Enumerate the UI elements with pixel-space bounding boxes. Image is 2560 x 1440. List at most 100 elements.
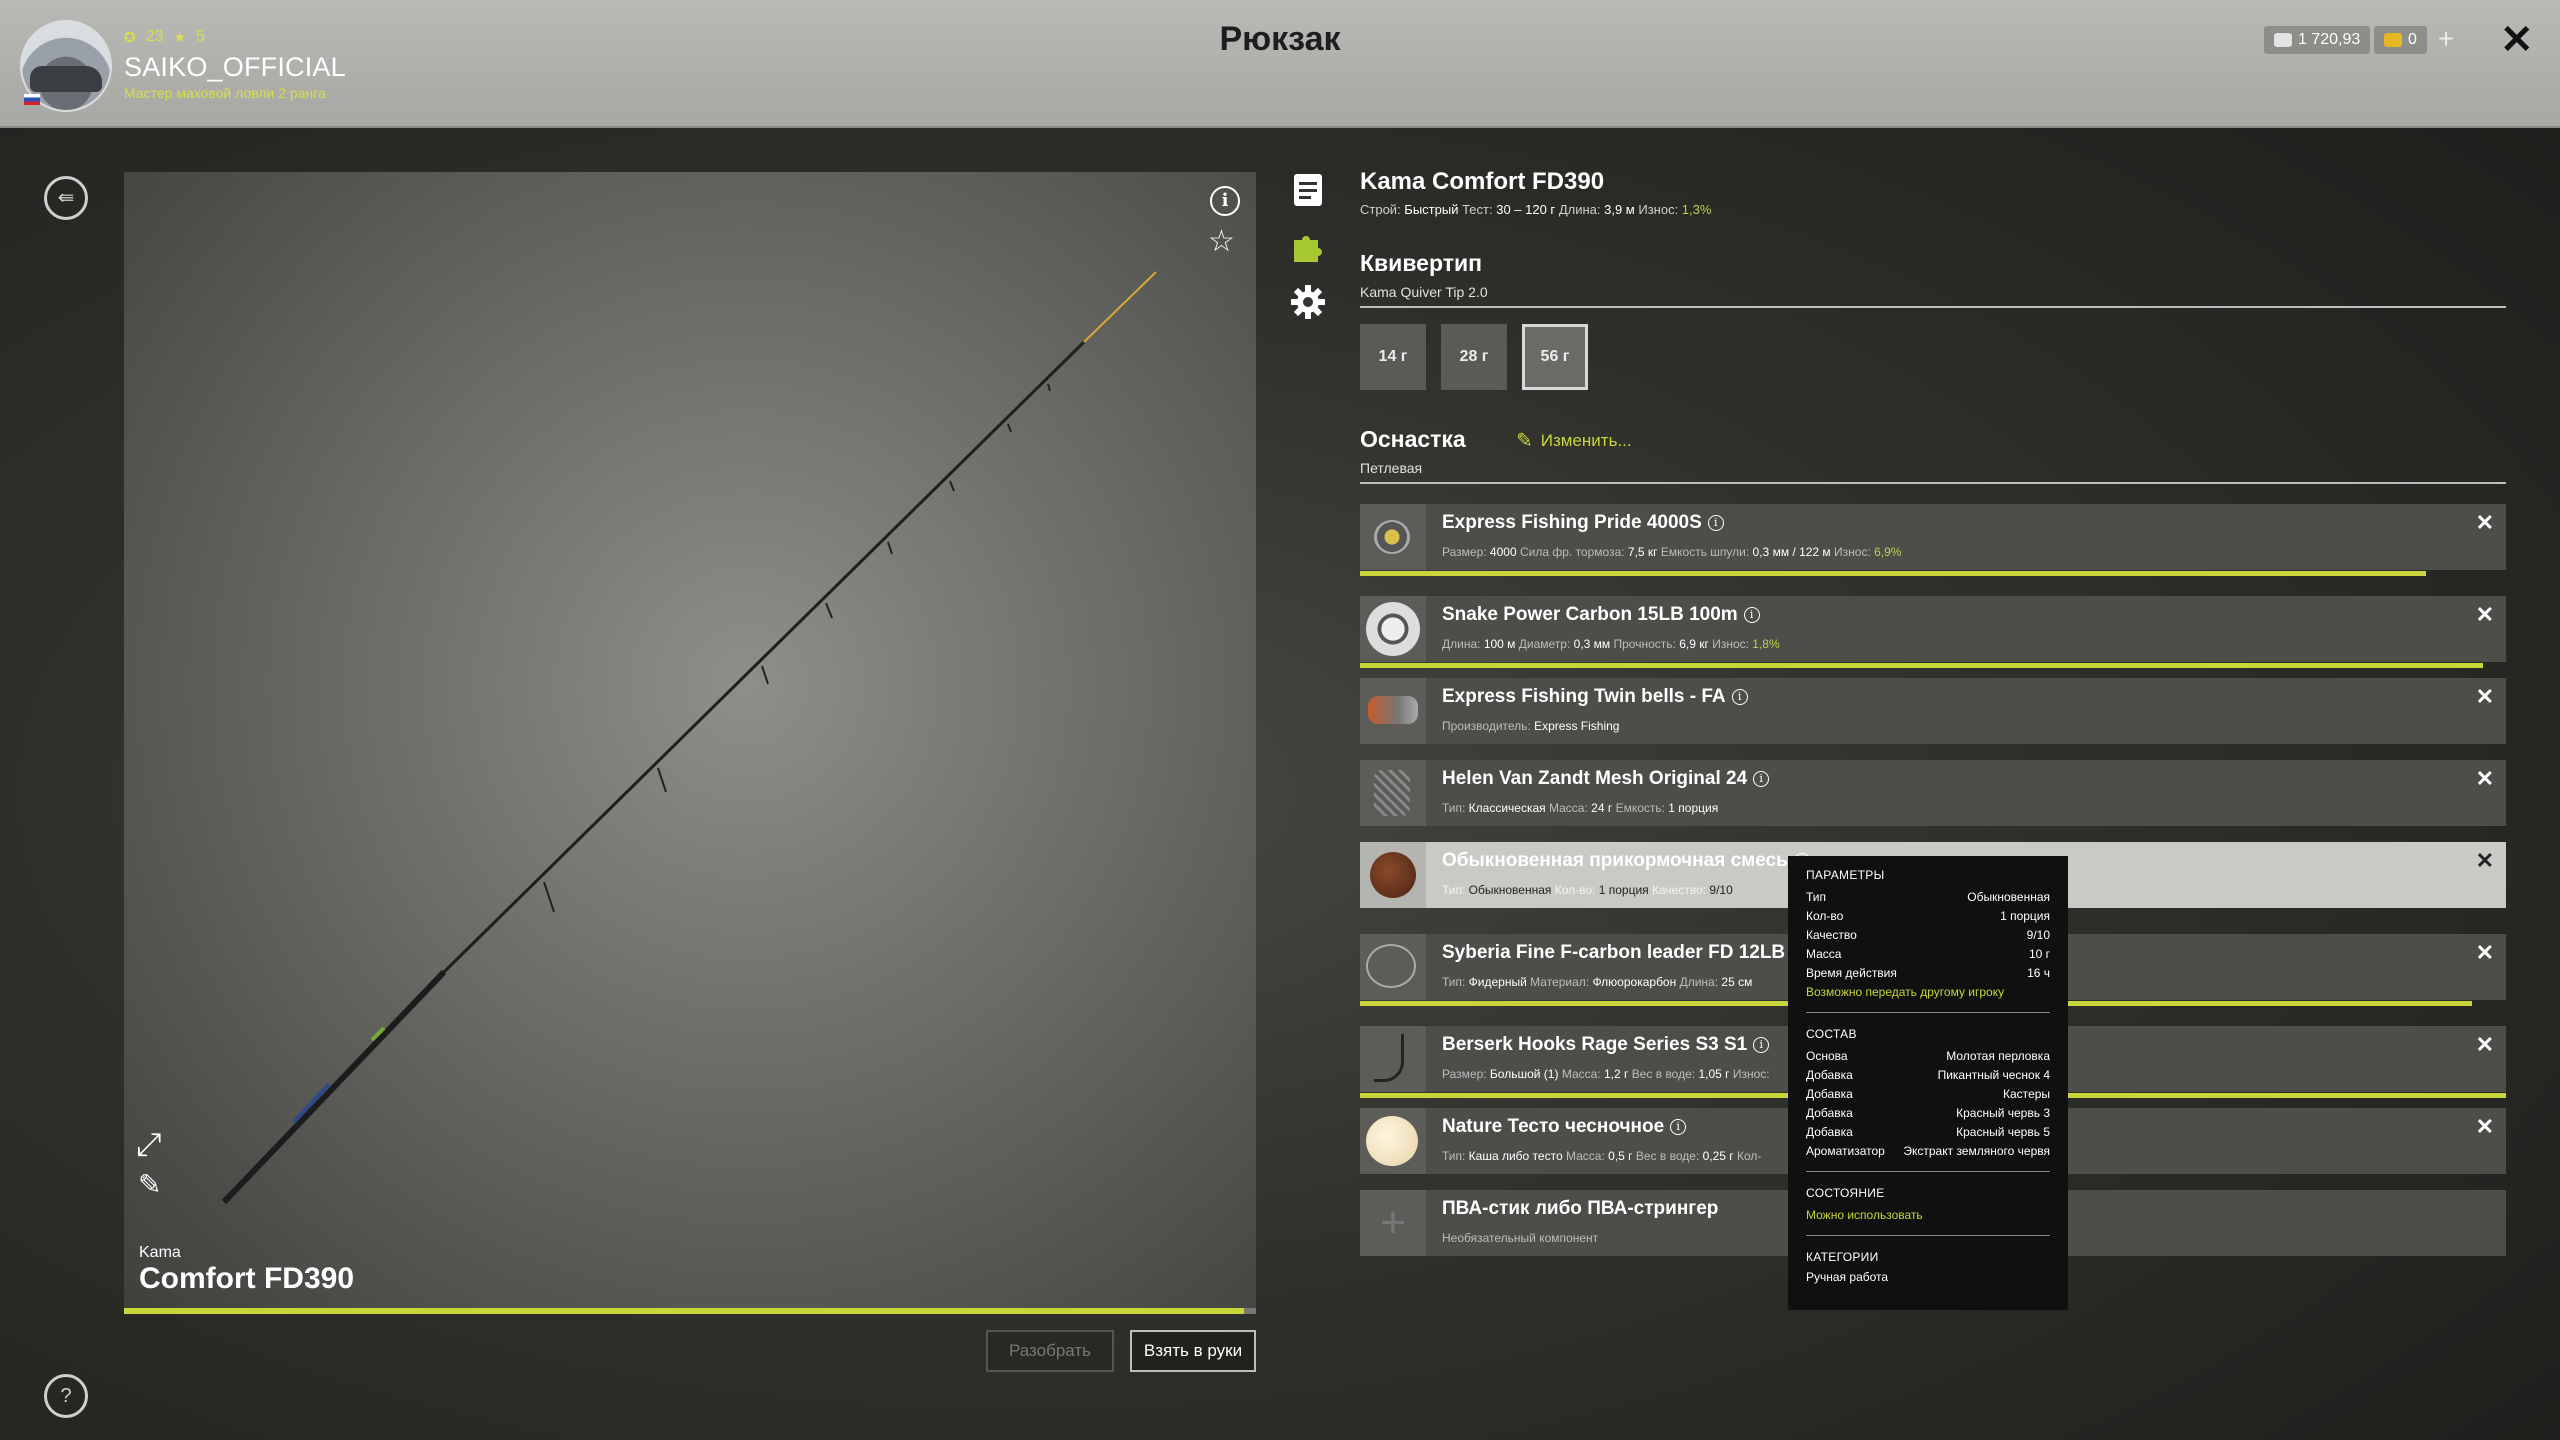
prop-value: Каша либо тесто <box>1468 1149 1563 1163</box>
info-icon[interactable]: i <box>1670 1119 1687 1135</box>
prop-key: Сила фр. тормоза: <box>1519 545 1628 559</box>
feeder-image <box>1374 770 1410 816</box>
gold-icon <box>2384 33 2402 47</box>
prop-key: Масса: <box>1565 1149 1609 1163</box>
remove-item-button[interactable]: ✕ <box>2476 1032 2494 1058</box>
take-in-hands-button[interactable]: Взять в руки <box>1130 1330 1256 1372</box>
tip-weight-14[interactable]: 14 г <box>1360 324 1426 390</box>
tooltip-key: Время действия <box>1806 966 1897 980</box>
prop-value: 3,9 м <box>1604 202 1635 217</box>
tooltip-value: 9/10 <box>2026 928 2050 942</box>
rod-brand: Kama <box>139 1244 181 1261</box>
rig-item-name: ПВА-стик либо ПВА-стрингер <box>1442 1198 1718 1220</box>
gear-icon[interactable] <box>1290 284 1326 320</box>
info-icon[interactable]: i <box>1731 689 1748 705</box>
remove-item-button[interactable]: ✕ <box>2476 848 2494 874</box>
paint-icon[interactable]: ✎ <box>138 1168 161 1201</box>
rig-item[interactable]: Snake Power Carbon 15LB 100m i Длина: 100 … <box>1360 596 2506 668</box>
info-icon[interactable]: i <box>1707 515 1724 531</box>
rod-model: Comfort FD390 <box>139 1262 355 1295</box>
prop-key: Кол- <box>1737 1149 1762 1163</box>
help-icon[interactable]: ? <box>44 1374 88 1418</box>
remove-item-button[interactable]: ✕ <box>2476 940 2494 966</box>
prop-value: 1,3% <box>1681 202 1712 217</box>
rig-item-name: Helen Van Zandt Mesh Original 24 i <box>1442 768 1770 790</box>
plus-thumbnail: + <box>1360 1190 1426 1256</box>
rod-wear-remaining <box>1244 1308 1256 1314</box>
prop-key: Тип: <box>1442 975 1469 989</box>
line-spool-image <box>1366 602 1420 656</box>
rig-item-title: Express Fishing Pride 4000S <box>1442 512 1702 533</box>
prop-value: 1 порция <box>1598 883 1649 897</box>
star-icon[interactable]: ☆ <box>1208 224 1235 259</box>
info-icon[interactable]: i <box>1753 771 1770 787</box>
prop-key: Износ: <box>1712 637 1753 651</box>
expand-icon[interactable]: ⤢ <box>136 1126 162 1164</box>
tooltip-value: 10 г <box>2028 947 2050 961</box>
info-icon[interactable]: i <box>1753 1037 1770 1053</box>
prop-value: 0,5 г <box>1608 1149 1633 1163</box>
gold-balance[interactable]: 0 <box>2374 26 2427 54</box>
rig-item-properties: Необязательный компонент <box>1442 1231 1598 1245</box>
rig-item-properties: Тип: Обыкновенная Кол-во: 1 порция Качес… <box>1442 883 1733 897</box>
rig-title: Оснастка <box>1360 426 1466 452</box>
prop-key: Масса: <box>1549 801 1592 815</box>
reel-thumbnail <box>1360 504 1426 570</box>
list-icon[interactable] <box>1290 172 1326 208</box>
remove-item-button[interactable]: ✕ <box>2476 602 2494 628</box>
silver-balance[interactable]: 1 720,93 <box>2264 26 2371 54</box>
tip-weight-56[interactable]: 56 г <box>1522 324 1588 390</box>
prop-value: 0,3 мм / 122 м <box>1752 545 1831 559</box>
puzzle-icon[interactable] <box>1290 228 1326 264</box>
rig-item-title: Nature Тесто чесночное <box>1442 1116 1665 1137</box>
prop-value: 7,5 кг <box>1627 545 1658 559</box>
prop-key: Необязательный компонент <box>1442 1231 1599 1245</box>
prop-key: Диаметр: <box>1518 637 1574 651</box>
prop-key: Размер: <box>1442 1067 1490 1081</box>
tip-weight-28[interactable]: 28 г <box>1441 324 1507 390</box>
gold-amount: 0 <box>2408 31 2417 48</box>
rig-item-title: Snake Power Carbon 15LB 100m <box>1442 604 1738 625</box>
rig-item[interactable]: Express Fishing Twin bells - FA i Производ… <box>1360 678 2506 744</box>
rig-item-name: Snake Power Carbon 15LB 100m i <box>1442 604 1760 626</box>
rig-item-name: Express Fishing Pride 4000S i <box>1442 512 1724 534</box>
line-thumbnail <box>1360 596 1426 662</box>
leader-thumbnail <box>1360 934 1426 1000</box>
back-icon[interactable]: ⇚ <box>44 176 88 220</box>
prop-key: Материал: <box>1530 975 1593 989</box>
tooltip-value: Красный червь 5 <box>1956 1125 2050 1139</box>
tooltip-key: Добавка <box>1806 1068 1853 1082</box>
info-icon[interactable]: i <box>1210 186 1240 216</box>
prop-value: 4000 <box>1489 545 1517 559</box>
remove-item-button[interactable]: ✕ <box>2476 510 2494 536</box>
rig-item-name: Syberia Fine F-carbon leader FD 12LBi <box>1442 942 1808 964</box>
rod-ring <box>1047 383 1051 392</box>
rig-item[interactable]: Express Fishing Pride 4000S i Размер: 4000… <box>1360 504 2506 576</box>
prop-value: 0,25 г <box>1702 1149 1734 1163</box>
tooltip-value: Экстракт земляного червя <box>1903 1144 2050 1158</box>
rig-item[interactable]: Helen Van Zandt Mesh Original 24 i Тип: Кл… <box>1360 760 2506 826</box>
rod-properties: Строй: Быстрый Тест: 30 – 120 г Длина: 3… <box>1360 202 1711 217</box>
info-icon[interactable]: i <box>1743 607 1760 623</box>
rig-item-properties: Производитель: Express Fishing <box>1442 719 1619 733</box>
groundbait-tooltip: ПАРАМЕТРЫ Тип Обыкновенная Кол-во 1 порция К… <box>1788 856 2068 1310</box>
tooltip-row: Ароматизатор Экстракт земляного червя <box>1806 1142 2050 1161</box>
rod-image <box>221 271 1157 1205</box>
prop-key: Длина: <box>1558 202 1605 217</box>
remove-item-button[interactable]: ✕ <box>2476 766 2494 792</box>
remove-item-button[interactable]: ✕ <box>2476 684 2494 710</box>
rig-item-properties: Размер: 4000 Сила фр. тормоза: 7,5 кг Ем… <box>1442 545 1901 559</box>
disassemble-button[interactable]: Разобрать <box>986 1330 1114 1372</box>
tooltip-row: Добавка Кастеры <box>1806 1085 2050 1104</box>
close-button[interactable]: ✕ <box>2500 18 2534 62</box>
tooltip-divider <box>1806 1235 2050 1236</box>
add-currency-button[interactable]: + <box>2432 25 2460 54</box>
rod-preview-panel[interactable]: i ☆ ⤢ ✎ Kama Comfort FD390 <box>124 172 1256 1312</box>
rig-item-properties: Длина: 100 м Диаметр: 0,3 мм Прочность: … <box>1442 637 1780 651</box>
tooltip-row: Время действия 16 ч <box>1806 964 2050 983</box>
silver-icon <box>2274 33 2292 47</box>
rod-ring <box>887 541 893 555</box>
remove-item-button[interactable]: ✕ <box>2476 1114 2494 1140</box>
tooltip-params: Тип Обыкновенная Кол-во 1 порция Качество 9/1… <box>1806 888 2050 983</box>
edit-rig-button[interactable]: ✎ Изменить... <box>1516 428 1632 453</box>
